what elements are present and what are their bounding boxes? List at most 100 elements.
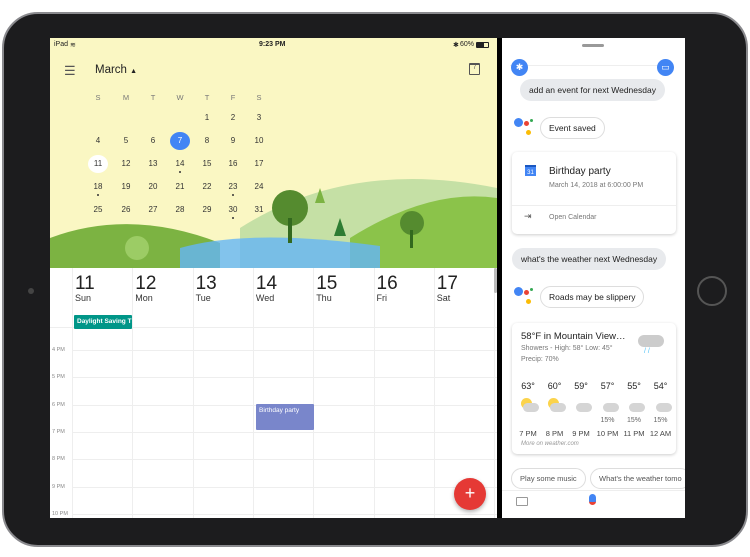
event-dot xyxy=(232,194,234,196)
day-cell[interactable]: 6 xyxy=(143,132,163,150)
day-cell[interactable]: 11 xyxy=(88,155,108,173)
camera xyxy=(28,288,34,294)
hourly-temp: 55° xyxy=(627,381,641,391)
column-divider xyxy=(252,268,254,518)
hourly-temp: 59° xyxy=(574,381,588,391)
device-label: iPad xyxy=(54,41,69,48)
month-title: March xyxy=(95,64,127,76)
menu-icon[interactable]: ☰ xyxy=(64,63,76,79)
day-cell[interactable]: 15 xyxy=(197,155,217,173)
hourly-time: 11 PM xyxy=(623,429,645,438)
day-cell[interactable]: 27 xyxy=(143,201,163,219)
open-icon: ⇥ xyxy=(524,211,532,221)
day-cell[interactable]: 19 xyxy=(116,178,136,196)
hourly-temp: 54° xyxy=(653,381,668,391)
day-cell[interactable]: 17 xyxy=(249,155,269,173)
event-birthday-party[interactable]: Birthday party xyxy=(256,404,314,430)
home-button[interactable] xyxy=(697,276,727,306)
day-cell[interactable]: 2 xyxy=(223,109,243,127)
column-divider xyxy=(494,268,496,518)
column-divider xyxy=(192,268,194,518)
day-cell[interactable]: 26 xyxy=(116,201,136,219)
day-number: 12 xyxy=(135,273,157,294)
hour-label: 7 PM xyxy=(52,428,65,435)
user-query-2: what's the weather next Wednesday xyxy=(512,248,667,270)
day-cell[interactable]: 13 xyxy=(143,155,163,173)
hour-label: 5 PM xyxy=(52,374,65,381)
day-cell[interactable]: 29 xyxy=(197,201,217,219)
event-title: Birthday party xyxy=(549,166,611,177)
day-cell[interactable]: 25 xyxy=(88,201,108,219)
day-cell[interactable]: 8 xyxy=(197,132,217,150)
day-cell[interactable]: 5 xyxy=(116,132,136,150)
day-cell[interactable]: 16 xyxy=(223,155,243,173)
weather-summary: Showers - High: 58° Low: 45° xyxy=(521,345,613,352)
hour-line xyxy=(72,459,497,461)
drag-handle[interactable] xyxy=(582,44,604,47)
suggestion-chip[interactable]: What's the weather tomo xyxy=(590,468,685,489)
day-header[interactable]: 16 Fri xyxy=(377,274,398,303)
bug-report-icon[interactable]: ✱ xyxy=(511,59,528,76)
suggestion-chip[interactable]: Play some music xyxy=(511,468,586,489)
weekday-label: S xyxy=(256,93,262,102)
scrollbar[interactable] xyxy=(494,268,497,293)
hour-line xyxy=(72,486,497,488)
day-header[interactable]: 17 Sat xyxy=(437,274,458,303)
day-cell[interactable]: 4 xyxy=(88,132,108,150)
hour-label: 9 PM xyxy=(52,483,65,490)
day-cell[interactable]: 24 xyxy=(249,178,269,196)
day-header[interactable]: 13 Tue xyxy=(196,274,217,303)
weekday-label: W xyxy=(176,93,184,102)
day-number: 11 xyxy=(75,273,95,294)
day-header[interactable]: 15 Thu xyxy=(316,274,337,303)
day-cell[interactable]: 3 xyxy=(249,109,269,127)
hourly-time: 7 PM xyxy=(519,429,537,438)
microphone-icon[interactable] xyxy=(589,494,596,505)
event-dot xyxy=(179,171,181,173)
today-button[interactable]: 7 xyxy=(469,63,480,75)
day-cell[interactable]: 20 xyxy=(143,178,163,196)
day-header[interactable]: 11 Sun xyxy=(75,274,95,303)
create-event-fab[interactable]: + xyxy=(454,478,486,510)
day-cell[interactable]: 7 xyxy=(170,132,190,150)
calendar-app: iPad ≋ 9:23 PM ✱ 60% ☰ March ▲ 7 S M T W T F S… xyxy=(50,38,497,518)
day-cell[interactable]: 22 xyxy=(197,178,217,196)
month-selector[interactable]: March ▲ xyxy=(95,64,137,76)
event-dot xyxy=(97,194,99,196)
wifi-icon: ≋ xyxy=(70,42,76,49)
hourly-time: 9 PM xyxy=(572,429,590,438)
day-cell[interactable]: 21 xyxy=(170,178,190,196)
hour-line xyxy=(72,431,497,433)
hour-label: 10 PM xyxy=(52,510,68,517)
hour-line xyxy=(72,350,497,351)
day-cell[interactable]: 31 xyxy=(249,201,269,219)
day-header[interactable]: 12 Mon xyxy=(135,274,156,303)
divider xyxy=(510,65,670,66)
day-name: Mon xyxy=(135,293,153,303)
day-cell[interactable]: 10 xyxy=(249,132,269,150)
calendar-icon: 31 xyxy=(525,165,536,176)
open-calendar-link[interactable]: Open Calendar xyxy=(549,214,596,221)
allday-event[interactable]: Daylight Saving T xyxy=(74,315,132,329)
hourly-precip: 15% xyxy=(626,417,641,424)
keyboard-icon[interactable] xyxy=(516,497,528,506)
inbox-icon[interactable]: ▭ xyxy=(657,59,674,76)
hour-label: 6 PM xyxy=(52,401,65,408)
column-divider xyxy=(132,268,134,518)
weather-source-link[interactable]: More on weather.com xyxy=(521,441,579,447)
day-header[interactable]: 14 Wed xyxy=(256,274,277,303)
day-number: 16 xyxy=(376,273,398,294)
day-cell[interactable]: 12 xyxy=(116,155,136,173)
event-card[interactable]: 31 Birthday party March 14, 2018 at 6:00… xyxy=(512,152,676,234)
hour-label: 4 PM xyxy=(52,347,65,353)
day-cell[interactable]: 9 xyxy=(223,132,243,150)
assistant-panel: ✱ ▭ add an event for next Wednesday Even… xyxy=(502,38,685,518)
day-cell[interactable]: 28 xyxy=(170,201,190,219)
weather-card[interactable]: 58°F in Mountain View… Showers - High: 5… xyxy=(512,323,676,454)
hourly-precip: 15% xyxy=(600,417,615,424)
hourly-time: 12 AM xyxy=(649,429,672,438)
clock: 9:23 PM xyxy=(259,41,286,48)
day-name: Wed xyxy=(255,293,275,303)
day-number: 15 xyxy=(316,273,338,294)
day-cell[interactable]: 1 xyxy=(197,109,217,127)
